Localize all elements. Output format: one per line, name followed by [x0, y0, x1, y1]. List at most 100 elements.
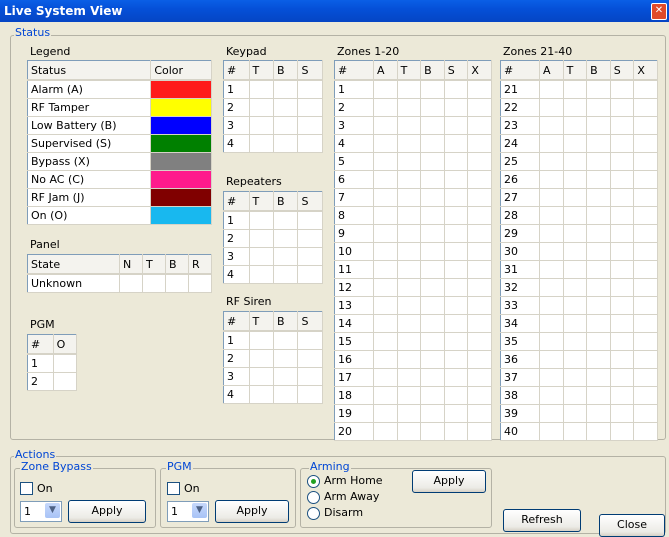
table-cell [586, 116, 611, 135]
header-row: State N T B R [27, 254, 212, 275]
table-cell [633, 134, 658, 153]
table-cell [273, 265, 299, 284]
arming-option-label: Disarm [324, 506, 364, 519]
table-cell [297, 331, 323, 350]
table-cell [467, 206, 492, 225]
column-header: S [297, 311, 323, 332]
table-cell [297, 349, 323, 368]
table-cell [610, 116, 635, 135]
pgm-apply-button[interactable]: Apply [215, 500, 289, 523]
table-row: On (O) [27, 206, 212, 225]
table-cell [297, 80, 323, 99]
table-cell [586, 404, 611, 423]
table-cell [539, 98, 564, 117]
table-cell [467, 386, 492, 405]
legend-title: Legend [30, 45, 71, 58]
zone-bypass-apply-button[interactable]: Apply [68, 500, 146, 523]
table-cell: 4 [223, 265, 250, 284]
table-cell [610, 224, 635, 243]
legend-status-label: Alarm (A) [27, 80, 152, 99]
zones-21-40-table: # A T B S X 21 22 23 24 25 26 27 28 29 30 31 32 33 34 35 36 37… [500, 60, 658, 441]
rf-siren-table: # T B S 1 2 3 4 [223, 311, 323, 404]
table-cell [444, 332, 469, 351]
column-header: S [297, 60, 323, 81]
close-button[interactable]: Close [599, 514, 665, 537]
chevron-down-icon[interactable]: ▼ [45, 503, 60, 518]
table-cell [444, 134, 469, 153]
table-row: 19 [334, 404, 492, 423]
column-header: T [249, 191, 274, 212]
table-cell [633, 116, 658, 135]
refresh-button[interactable]: Refresh [503, 509, 581, 532]
zone-bypass-on-checkbox[interactable] [20, 482, 33, 495]
column-header: # [500, 60, 540, 81]
table-cell [539, 296, 564, 315]
arming-apply-button[interactable]: Apply [412, 470, 486, 493]
zone-bypass-select-value: 1 [24, 505, 31, 518]
table-cell [373, 314, 398, 333]
arming-radio-arm-away[interactable] [307, 491, 320, 504]
column-header: N [119, 254, 143, 275]
table-cell: 7 [334, 188, 374, 207]
table-cell [297, 367, 323, 386]
panel-table: State N T B R Unknown [27, 254, 212, 293]
table-row: 23 [500, 116, 658, 135]
table-row: 39 [500, 404, 658, 423]
table-cell [444, 188, 469, 207]
table-cell [633, 224, 658, 243]
table-cell [444, 386, 469, 405]
column-header: X [467, 60, 492, 81]
zone-bypass-select[interactable]: 1 ▼ [20, 501, 62, 522]
table-row: 12 [334, 278, 492, 297]
table-cell [444, 98, 469, 117]
table-cell [249, 367, 274, 386]
keypad-table: # T B S 1 2 3 4 [223, 60, 323, 153]
chevron-down-icon[interactable]: ▼ [192, 503, 207, 518]
table-cell [373, 134, 398, 153]
table-cell: 26 [500, 170, 540, 189]
table-cell [397, 296, 422, 315]
pgm-on-checkbox[interactable] [167, 482, 180, 495]
table-cell [586, 386, 611, 405]
table-cell [373, 188, 398, 207]
pgm-select[interactable]: 1 ▼ [167, 501, 209, 522]
table-cell [373, 224, 398, 243]
table-cell [539, 422, 564, 441]
table-row: 22 [500, 98, 658, 117]
table-cell [586, 260, 611, 279]
arming-radio-arm-home[interactable] [307, 475, 320, 488]
table-cell [563, 98, 588, 117]
column-header: S [610, 60, 635, 81]
table-cell [467, 404, 492, 423]
table-cell [610, 260, 635, 279]
table-cell [297, 211, 323, 230]
table-cell: 23 [500, 116, 540, 135]
table-row: 30 [500, 242, 658, 261]
table-cell [633, 242, 658, 261]
table-cell [444, 170, 469, 189]
table-cell: 1 [223, 80, 250, 99]
arming-radio-disarm[interactable] [307, 507, 320, 520]
close-window-icon[interactable]: ✕ [651, 3, 667, 20]
table-cell [633, 206, 658, 225]
column-header: S [444, 60, 469, 81]
table-row: 35 [500, 332, 658, 351]
repeaters-table: # T B S 1 2 3 4 [223, 191, 323, 284]
table-cell: 12 [334, 278, 374, 297]
table-cell [420, 422, 445, 441]
table-cell [467, 98, 492, 117]
table-cell [373, 98, 398, 117]
table-cell [444, 350, 469, 369]
table-cell [444, 152, 469, 171]
table-row: 5 [334, 152, 492, 171]
table-cell [467, 260, 492, 279]
table-cell [563, 386, 588, 405]
column-header: # [223, 191, 250, 212]
table-cell [273, 367, 299, 386]
table-row: Bypass (X) [27, 152, 212, 171]
table-cell [563, 116, 588, 135]
table-cell [249, 229, 274, 248]
table-cell [610, 296, 635, 315]
table-cell [563, 188, 588, 207]
table-cell: 30 [500, 242, 540, 261]
